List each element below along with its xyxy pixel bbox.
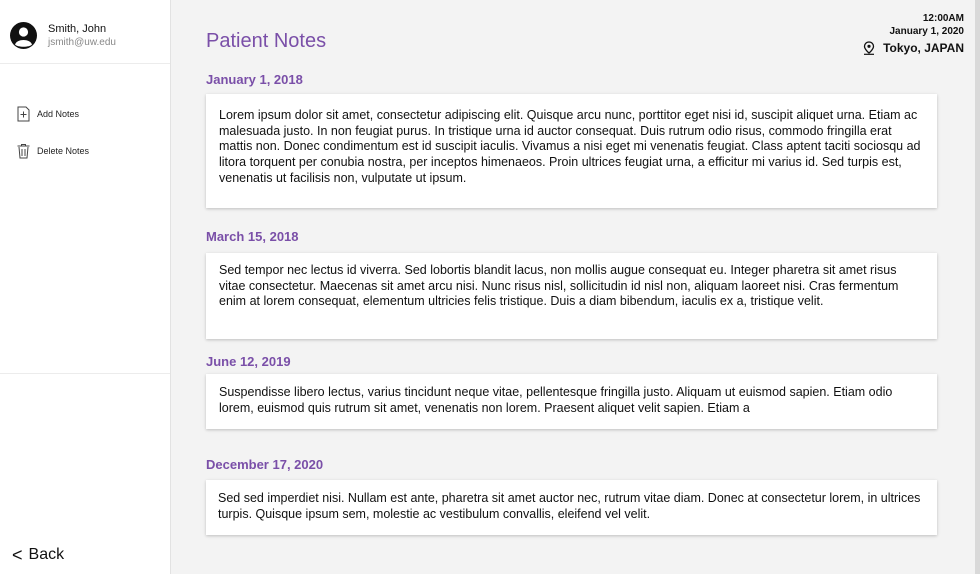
back-button[interactable]: < Back (12, 545, 64, 565)
user-profile: Smith, John jsmith@uw.edu (0, 0, 170, 64)
chevron-left-icon: < (12, 545, 23, 565)
note-text: Lorem ipsum dolor sit amet, consectetur … (219, 108, 921, 185)
sidebar-divider (0, 373, 170, 374)
location-pin-icon (863, 41, 875, 55)
add-note-icon (17, 106, 30, 122)
note-card: Suspendisse libero lectus, varius tincid… (206, 374, 937, 429)
page-title: Patient Notes (206, 30, 327, 52)
note-date: March 15, 2018 (206, 229, 299, 244)
add-notes-button[interactable]: Add Notes (16, 105, 79, 123)
scrollbar[interactable] (975, 0, 980, 574)
note-date: December 17, 2020 (206, 457, 324, 472)
note-text: Suspendisse libero lectus, varius tincid… (219, 385, 893, 415)
note-card: Sed sed imperdiet nisi. Nullam est ante,… (206, 480, 937, 535)
delete-notes-label: Delete Notes (37, 146, 90, 156)
user-email: jsmith@uw.edu (48, 37, 116, 48)
add-notes-label: Add Notes (37, 109, 80, 119)
user-name: Smith, John (48, 23, 107, 35)
current-time: 12:00AM (922, 13, 964, 24)
user-avatar-icon (10, 22, 37, 49)
delete-notes-button[interactable]: Delete Notes (16, 142, 89, 160)
header-info: 12:00AM January 1, 2020 Tokyo, JAPAN (863, 12, 964, 55)
note-date: June 12, 2019 (206, 354, 291, 369)
note-text: Sed tempor nec lectus id viverra. Sed lo… (219, 263, 899, 309)
note-date: January 1, 2018 (206, 72, 303, 87)
note-text: Sed sed imperdiet nisi. Nullam est ante,… (218, 491, 921, 521)
trash-icon (17, 144, 30, 159)
note-card: Sed tempor nec lectus id viverra. Sed lo… (206, 253, 937, 339)
note-card: Lorem ipsum dolor sit amet, consectetur … (206, 94, 937, 208)
sidebar: Smith, John jsmith@uw.edu Add Notes Dele… (0, 0, 171, 574)
location-text: Tokyo, JAPAN (883, 41, 964, 55)
current-date: January 1, 2020 (889, 26, 965, 37)
back-label: Back (28, 546, 65, 563)
location: Tokyo, JAPAN (863, 41, 964, 55)
